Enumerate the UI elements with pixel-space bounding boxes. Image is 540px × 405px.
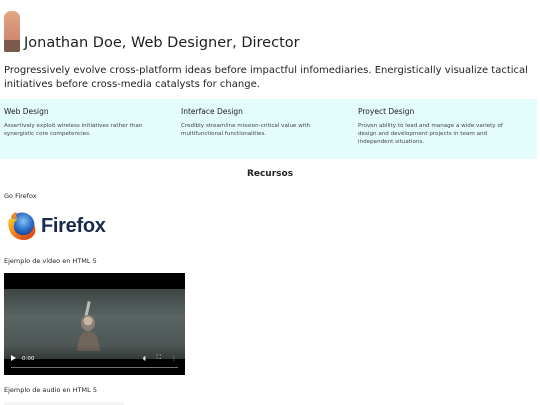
resources-title: Recursos [246,169,294,179]
service-interface-design: Interface Design Credibly streamline mis… [177,99,354,159]
firefox-label: Go Firefox [4,192,37,200]
page: Jonathan Doe, Web Designer, Director Pro… [0,0,540,405]
service-proyect-design: Proyect Design Proven ability to lead an… [354,99,531,159]
service-description: Proven ability to lead and manage a wide… [358,123,503,145]
service-description: Credibly streamline mission-critical val… [181,123,311,137]
play-icon[interactable] [11,355,16,361]
service-title: Interface Design [181,107,243,116]
audio-label: Ejemplo de audio en HTML 5 [4,386,97,394]
more-options-icon[interactable]: ⋮ [171,355,177,362]
video-time: 0:00 [22,356,35,362]
volume-icon[interactable]: ◖ [143,355,146,362]
intro-text: Progressively evolve cross-platform idea… [4,65,528,90]
video-progress-bar[interactable] [11,367,178,368]
fullscreen-icon[interactable]: ⛶ [157,354,161,362]
service-web-design: Web Design Assertively exploit wireless … [0,99,177,159]
firefox-wordmark: Firefox [41,214,106,237]
video-still-figure [77,301,100,351]
firefox-logo-icon [8,212,36,241]
page-title: Jonathan Doe, Web Designer, Director [24,35,300,51]
header: Jonathan Doe, Web Designer, Director [4,8,300,52]
video-controls: 0:00 ◖ ⛶ ⋮ [4,345,185,375]
services-band: Web Design Assertively exploit wireless … [0,99,537,159]
html5-video-player[interactable]: 0:00 ◖ ⛶ ⋮ [4,273,185,375]
service-title: Proyect Design [358,107,415,116]
service-description: Assertively exploit wireless initiatives… [4,123,143,137]
video-label: Ejemplo de vídeo en HTML 5 [4,257,97,265]
service-title: Web Design [4,107,49,116]
firefox-link[interactable]: Firefox [4,206,106,246]
avatar [4,11,20,52]
